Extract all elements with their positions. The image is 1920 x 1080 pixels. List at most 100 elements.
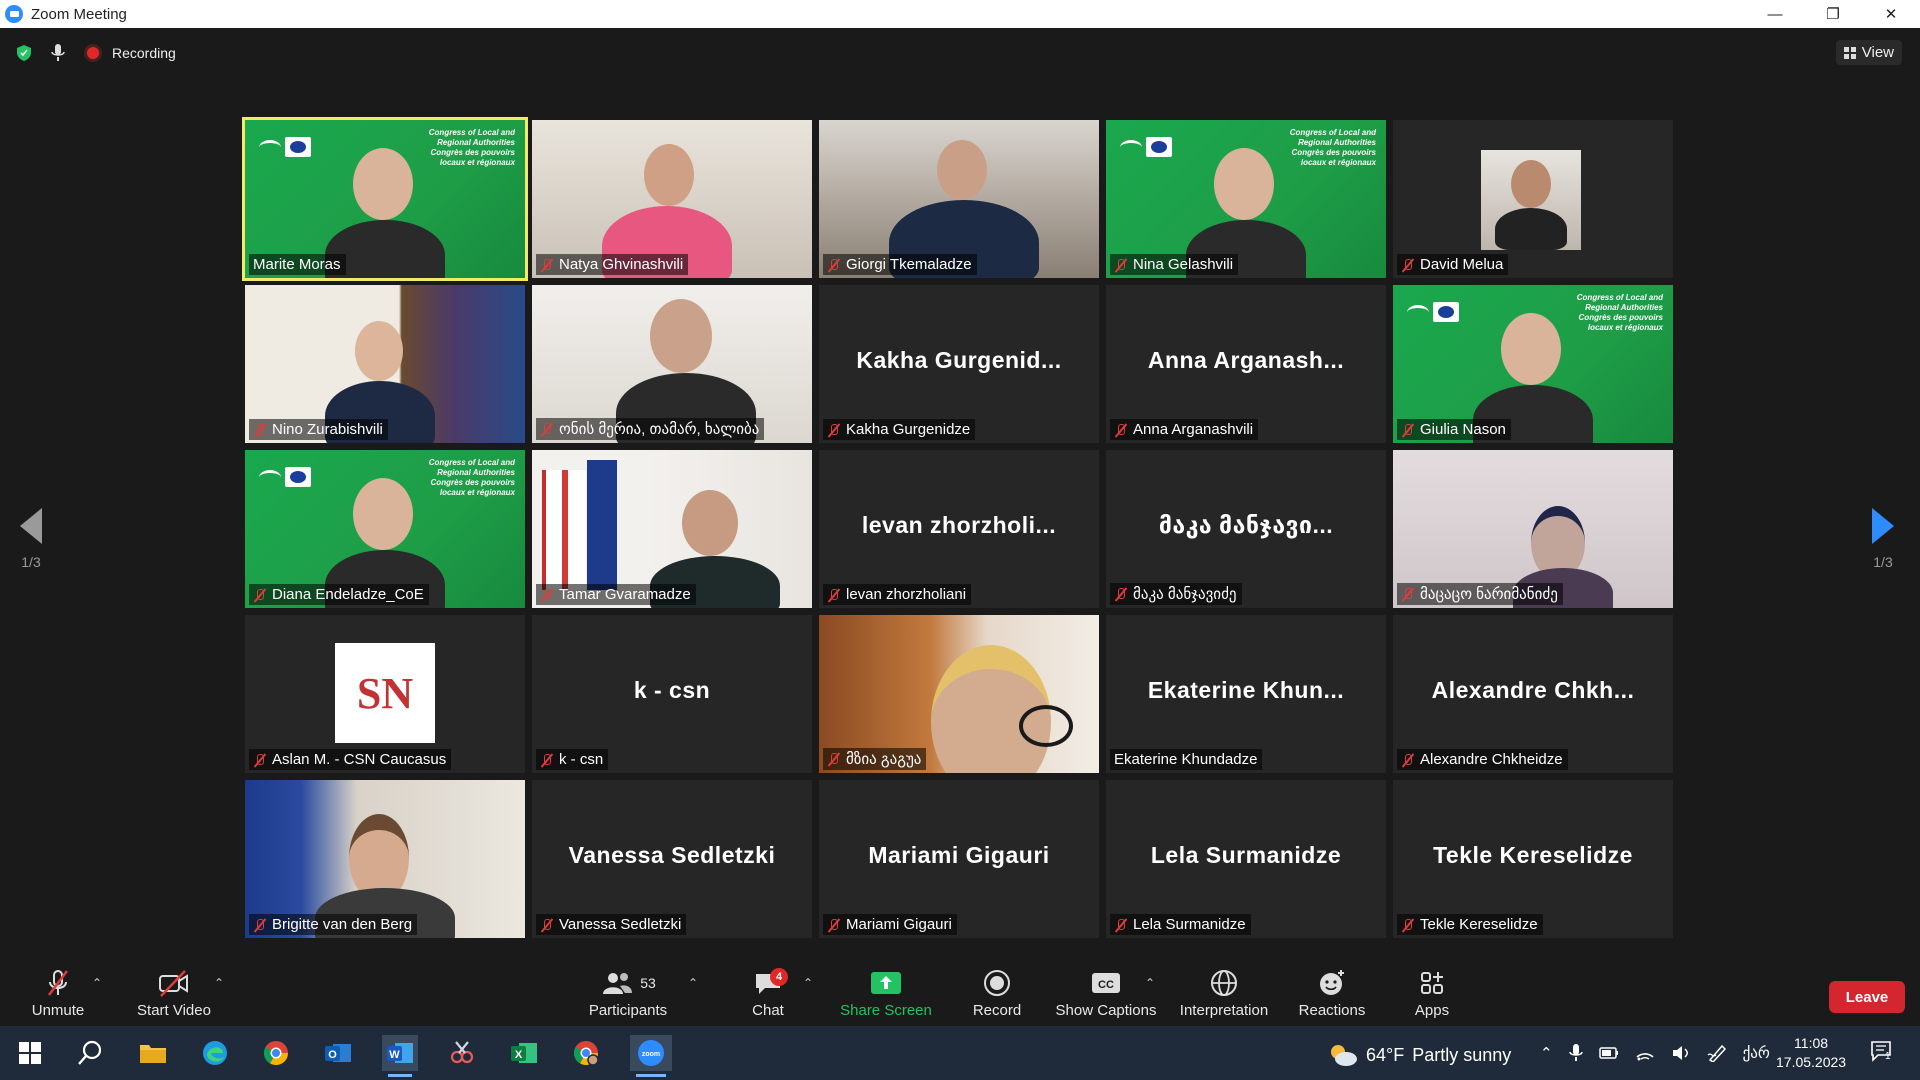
participant-name-label: ონის მერია, თამარ, ხალიბა [536,418,765,440]
participant-tile[interactable]: Anna Arganash... Anna Arganashvili [1106,285,1386,443]
council-of-europe-logo-icon [1120,136,1176,158]
view-button[interactable]: View [1835,40,1902,65]
participants-count: 53 [640,975,656,991]
participant-tile[interactable]: Brigitte van den Berg [245,780,525,938]
zoom-taskbar-button[interactable]: zoom [630,1035,672,1077]
chrome-profile-button[interactable] [568,1035,604,1071]
word-button[interactable]: W [382,1035,418,1077]
participant-tile[interactable]: მაცაცო ნარიმანიძე [1393,450,1673,608]
participant-tile[interactable]: Natya Ghvinashvili [532,120,812,278]
interpretation-button[interactable]: Interpretation [1174,968,1274,1019]
chrome-button[interactable] [258,1035,294,1071]
participant-tile[interactable]: Tekle Kereselidze Tekle Kereselidze [1393,780,1673,938]
pen-workspace-icon[interactable] [1707,1044,1727,1062]
participant-tile[interactable]: Congress of Local and Regional Authoritie… [245,450,525,608]
unmute-button[interactable]: Unmute [28,968,88,1019]
reactions-button[interactable]: Reactions [1294,968,1370,1019]
participant-tile[interactable]: Kakha Gurgenid... Kakha Gurgenidze [819,285,1099,443]
participant-tile[interactable]: Alexandre Chkh... Alexandre Chkheidze [1393,615,1673,773]
weather-temperature: 64°F [1366,1044,1405,1065]
participant-tile[interactable]: levan zhorzholi... levan zhorzholiani [819,450,1099,608]
next-page-button[interactable]: 1/3 [1872,508,1894,570]
previous-page-button[interactable]: 1/3 [20,508,42,570]
microphone-muted-icon [540,588,554,602]
security-shield-icon[interactable] [17,45,31,61]
battery-icon[interactable] [1598,1046,1619,1060]
file-explorer-button[interactable] [135,1035,171,1071]
congress-banner-text: Congress of Local and Regional Authoritie… [1289,128,1376,167]
participant-name: Anna Arganashvili [1133,421,1254,438]
apps-button[interactable]: Apps [1404,968,1460,1019]
chat-options-chevron-icon[interactable]: ⌃ [803,976,813,990]
video-options-chevron-icon[interactable]: ⌃ [214,976,224,990]
participant-name: Alexandre Chkheidze [1420,751,1563,768]
notification-center-button[interactable]: 1 [1870,1040,1892,1062]
system-tray: ⌃ ქარ [1540,1044,1770,1062]
participant-tile[interactable]: SN Aslan M. - CSN Caucasus [245,615,525,773]
participant-tile[interactable]: Congress of Local and Regional Authoritie… [1393,285,1673,443]
show-captions-button[interactable]: CC Show Captions [1054,968,1158,1019]
participant-tile[interactable]: Ekaterine Khun... Ekaterine Khundadze [1106,615,1386,773]
edge-browser-button[interactable] [197,1035,233,1071]
close-button[interactable]: ✕ [1862,0,1920,28]
participant-name: Nina Gelashvili [1133,256,1234,273]
participant-tile[interactable]: Giorgi Tkemaladze [819,120,1099,278]
participant-tile[interactable]: k - csn k - csn [532,615,812,773]
weather-widget[interactable]: 64°F Partly sunny [1328,1042,1511,1068]
snipping-tool-button[interactable] [444,1035,480,1071]
captions-options-chevron-icon[interactable]: ⌃ [1145,976,1155,990]
participant-name: მზია გაგუა [846,751,922,768]
participant-name: Mariami Gigauri [846,916,952,933]
audio-options-chevron-icon[interactable]: ⌃ [92,976,102,990]
system-clock[interactable]: 11:08 17.05.2023 [1776,1034,1846,1072]
participant-tile[interactable]: Congress of Local and Regional Authoritie… [1106,120,1386,278]
excel-button[interactable]: X [506,1035,542,1071]
share-screen-button[interactable]: Share Screen [838,968,934,1019]
participant-name: levan zhorzholiani [846,586,967,603]
wifi-icon[interactable] [1635,1045,1655,1061]
chrome-icon [573,1041,599,1066]
participant-tile[interactable]: Lela Surmanidze Lela Surmanidze [1106,780,1386,938]
participant-tile[interactable]: Mariami Gigauri Mariami Gigauri [819,780,1099,938]
start-video-button[interactable]: Start Video [134,968,214,1019]
council-of-europe-logo-icon [1407,301,1463,323]
participant-tile[interactable]: მაკა მანჯავი... მაკა მანჯავიძე [1106,450,1386,608]
leave-button[interactable]: Leave [1829,981,1905,1013]
start-button[interactable] [12,1035,48,1071]
participant-tile[interactable]: Nino Zurabishvili [245,285,525,443]
minimize-button[interactable]: — [1746,0,1804,28]
participant-name-label: Lela Surmanidze [1110,914,1251,935]
participants-button[interactable]: 53 Participants [586,968,670,1019]
volume-icon[interactable] [1671,1045,1691,1061]
participant-name: Giorgi Tkemaladze [846,256,972,273]
gallery-grid: Congress of Local and Regional Authoritie… [242,117,1673,938]
audio-status-icon[interactable] [51,44,65,62]
microphone-muted-icon [253,588,267,602]
participants-options-chevron-icon[interactable]: ⌃ [688,976,698,990]
taskbar-search-button[interactable] [72,1035,108,1071]
show-hidden-icons-chevron-icon[interactable]: ⌃ [1540,1044,1553,1062]
microphone-muted-icon [827,423,841,437]
chrome-icon [263,1041,288,1066]
participant-name: მაცაცო ნარიმანიძე [1420,586,1558,603]
participant-tile[interactable]: David Melua [1393,120,1673,278]
participant-tile[interactable]: Vanessa Sedletzki Vanessa Sedletzki [532,780,812,938]
participant-tile[interactable]: Congress of Local and Regional Authoritie… [242,117,528,281]
recording-dot-icon [87,47,99,59]
outlook-button[interactable]: O [320,1035,356,1071]
record-button[interactable]: Record [968,968,1026,1019]
georgia-flag-icon [542,470,586,590]
participant-tile[interactable]: ონის მერია, თამარ, ხალიბა [532,285,812,443]
congress-banner-text: Congress of Local and Regional Authoritie… [428,128,515,167]
microphone-in-use-icon[interactable] [1568,1044,1583,1062]
meeting-status-row: Recording View [0,28,1920,78]
meeting-toolbar [0,961,1920,1026]
input-language-indicator[interactable]: ქარ [1743,1044,1770,1062]
microphone-muted-icon [1401,753,1415,767]
video-off-icon [159,970,188,997]
participant-tile[interactable]: Tamar Gvaramadze [532,450,812,608]
restore-button[interactable]: ❐ [1804,0,1862,28]
participant-tile[interactable]: მზია გაგუა [819,615,1099,773]
participant-name-label: Alexandre Chkheidze [1397,749,1568,770]
folder-icon [140,1045,166,1063]
